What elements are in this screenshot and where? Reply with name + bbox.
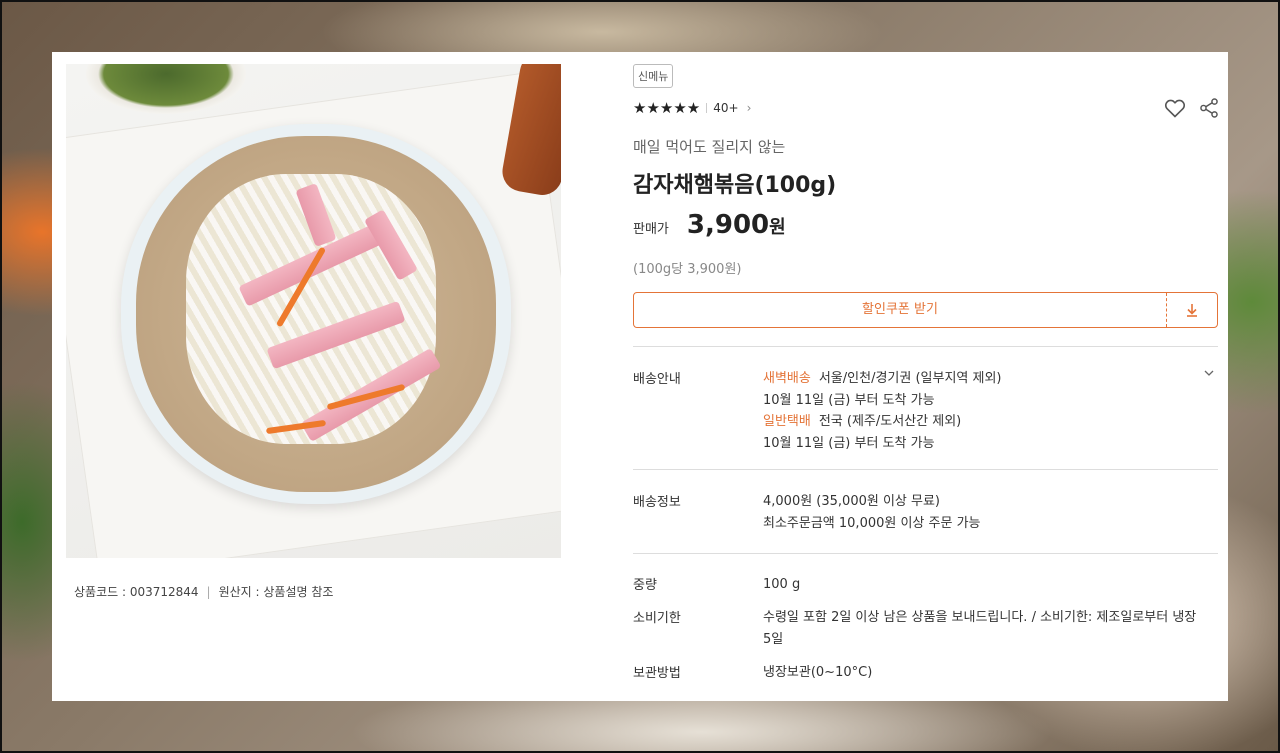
product-title: 감자채햄볶음(100g): [633, 173, 837, 198]
price-label: 판매가: [633, 222, 669, 237]
price-row: 판매가 3,900 원: [633, 210, 786, 240]
product-image: [66, 64, 561, 558]
shipping-key: 배송정보: [633, 495, 681, 510]
shipping-fee: 4,000원 (35,000원 이상 무료): [763, 494, 941, 509]
dawn-delivery-date: 10월 11일 (금) 부터 도착 가능: [763, 392, 935, 408]
price-unit: 원: [769, 217, 786, 238]
shipping-info-row: 배송정보 4,000원 (35,000원 이상 무료) 최소주문금액 10,00…: [633, 491, 1218, 541]
price-value: 3,900: [686, 210, 770, 240]
expiry-key: 소비기한: [633, 611, 681, 626]
weight-row: 중량 100 g: [633, 574, 1218, 596]
coupon-label: 할인쿠폰 받기: [862, 302, 938, 317]
coupon-button[interactable]: 할인쿠폰 받기: [633, 292, 1218, 328]
delivery-guide-row: 배송안내 새벽배송 서울/인천/경기권 (일부지역 제외) 10월 11일 (금)…: [633, 368, 1218, 458]
dawn-delivery-region: 서울/인천/경기권 (일부지역 제외): [818, 371, 1002, 386]
unit-price: (100g당 3,900원): [633, 262, 742, 277]
chevron-right-icon: ›: [746, 101, 752, 115]
product-panel: 상품코드 : 003712844 | 원산지 : 상품설명 참조 신메뉴 ★★★★★…: [52, 52, 1228, 701]
expiry-value: 수령일 포함 2일 이상 남은 상품을 보내드립니다. / 소비기한: 제조일로…: [763, 610, 1197, 647]
storage-value: 냉장보관(0~10°C): [763, 665, 873, 680]
normal-delivery-tag: 일반택배: [763, 414, 811, 429]
download-icon: [1187, 304, 1197, 317]
rating-link[interactable]: ★★★★★ 40+ ›: [633, 99, 751, 117]
delivery-key: 배송안내: [633, 372, 681, 387]
heart-icon[interactable]: [1163, 96, 1187, 120]
normal-delivery-date: 10월 11일 (금) 부터 도착 가능: [763, 435, 935, 451]
review-count: 40+: [713, 101, 739, 115]
dawn-delivery-tag: 새벽배송: [763, 371, 811, 386]
new-menu-badge: 신메뉴: [633, 64, 674, 88]
product-origin: 원산지 : 상품설명 참조: [218, 585, 334, 599]
rating-stars: ★★★★★: [633, 99, 701, 117]
weight-key: 중량: [633, 578, 657, 593]
storage-key: 보관방법: [633, 666, 681, 681]
chevron-down-icon[interactable]: [1202, 366, 1216, 380]
share-icon[interactable]: [1198, 97, 1220, 119]
divider: [633, 553, 1218, 554]
expiry-row: 소비기한 수령일 포함 2일 이상 남은 상품을 보내드립니다. / 소비기한:…: [633, 607, 1218, 651]
divider: [633, 469, 1218, 470]
product-subtitle: 매일 먹어도 질리지 않는: [633, 138, 786, 156]
product-code: 상품코드 : 003712844: [74, 585, 199, 599]
product-code-line: 상품코드 : 003712844 | 원산지 : 상품설명 참조: [74, 585, 334, 599]
normal-delivery-region: 전국 (제주/도서산간 제외): [818, 414, 962, 429]
coupon-download-button[interactable]: [1167, 293, 1217, 327]
weight-value: 100 g: [763, 577, 801, 592]
minimum-order: 최소주문금액 10,000원 이상 주문 가능: [763, 515, 981, 531]
product-info: 신메뉴 ★★★★★ 40+ › 매일 먹어도 질리지 않는 감자채햄볶음(100…: [633, 52, 1218, 701]
divider: [633, 346, 1218, 347]
storage-row: 보관방법 냉장보관(0~10°C): [633, 662, 1218, 684]
